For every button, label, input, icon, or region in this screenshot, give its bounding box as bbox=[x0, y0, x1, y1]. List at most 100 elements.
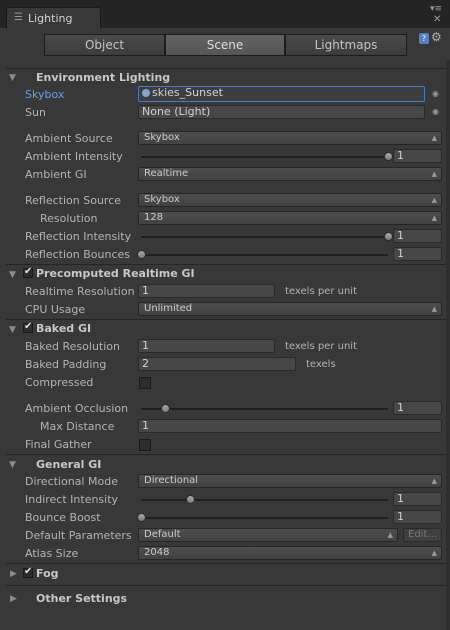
reflection-bounces-slider-track[interactable] bbox=[141, 254, 388, 256]
section-title-fog: Fog bbox=[36, 567, 59, 580]
compressed-checkbox[interactable] bbox=[139, 377, 151, 389]
ambient-occlusion-slider-handle[interactable] bbox=[161, 404, 171, 413]
close-icon[interactable]: ✕ bbox=[433, 14, 441, 25]
skybox-field[interactable]: skies_Sunset bbox=[138, 86, 425, 102]
tab-object[interactable]: Object bbox=[44, 34, 165, 56]
dropdown-arrow-icon: ▲ bbox=[431, 214, 437, 222]
section-title-general-gi: General GI bbox=[36, 458, 102, 471]
ambient-source-value: Skybox bbox=[144, 132, 180, 143]
skybox-value: skies_Sunset bbox=[152, 86, 223, 99]
atlas-size-value: 2048 bbox=[144, 547, 170, 558]
help-icon[interactable]: ? bbox=[419, 33, 429, 44]
tab-object-label: Object bbox=[84, 38, 125, 52]
realtime-resolution-unit: texels per unit bbox=[285, 286, 357, 297]
directional-mode-dropdown[interactable]: Directional ▲ bbox=[138, 474, 442, 488]
dropdown-arrow-icon: ▲ bbox=[431, 170, 437, 178]
reflection-intensity-input[interactable]: 1 bbox=[393, 229, 442, 243]
lighting-menu-icon: ☰ bbox=[14, 12, 23, 23]
lighting-window-tab[interactable]: ☰ Lighting bbox=[6, 7, 101, 29]
section-divider bbox=[6, 563, 446, 564]
ambient-gi-dropdown[interactable]: Realtime ▲ bbox=[138, 167, 442, 181]
ambient-intensity-slider-handle[interactable] bbox=[383, 152, 393, 161]
sun-field[interactable]: None (Light) bbox=[138, 105, 425, 119]
ambient-gi-label: Ambient GI bbox=[25, 168, 87, 181]
object-picker-icon[interactable]: ◉ bbox=[432, 89, 439, 98]
foldout-expanded-icon[interactable]: ▼ bbox=[9, 73, 16, 83]
tab-scene[interactable]: Scene bbox=[165, 34, 285, 56]
directional-mode-label: Directional Mode bbox=[25, 475, 118, 488]
bounce-boost-slider-track[interactable] bbox=[141, 517, 388, 519]
indirect-intensity-slider-track[interactable] bbox=[141, 499, 388, 501]
foldout-collapsed-icon[interactable]: ▶ bbox=[10, 594, 17, 604]
dropdown-arrow-icon: ▲ bbox=[431, 196, 437, 204]
compressed-label: Compressed bbox=[25, 376, 94, 389]
max-distance-input[interactable]: 1 bbox=[138, 419, 442, 433]
atlas-size-dropdown[interactable]: 2048 ▲ bbox=[138, 546, 442, 560]
tab-lightmaps[interactable]: Lightmaps bbox=[285, 34, 407, 56]
resolution-dropdown[interactable]: 128 ▲ bbox=[138, 211, 442, 225]
dropdown-arrow-icon: ▲ bbox=[431, 477, 437, 485]
bounce-boost-slider-handle[interactable] bbox=[136, 513, 146, 522]
sun-label: Sun bbox=[25, 106, 46, 119]
max-distance-label: Max Distance bbox=[40, 420, 115, 433]
edit-button-label: Edit... bbox=[408, 529, 437, 540]
cpu-usage-value: Unlimited bbox=[144, 303, 193, 314]
directional-mode-value: Directional bbox=[144, 475, 199, 486]
window-tab-label: Lighting bbox=[28, 12, 73, 25]
ambient-intensity-slider-track[interactable] bbox=[141, 156, 388, 158]
baked-padding-input[interactable]: 2 bbox=[138, 357, 296, 371]
baked-resolution-input[interactable]: 1 bbox=[138, 339, 275, 353]
default-parameters-label: Default Parameters bbox=[25, 529, 132, 542]
precomputed-gi-checkbox[interactable] bbox=[23, 266, 33, 278]
reflection-intensity-label: Reflection Intensity bbox=[25, 230, 132, 243]
resolution-label: Resolution bbox=[40, 212, 98, 225]
atlas-size-label: Atlas Size bbox=[25, 547, 79, 560]
foldout-expanded-icon[interactable]: ▼ bbox=[9, 270, 16, 280]
window-menu-icon[interactable]: ▾≡ bbox=[430, 4, 442, 14]
reflection-bounces-input[interactable]: 1 bbox=[393, 247, 442, 261]
final-gather-checkbox[interactable] bbox=[139, 439, 151, 451]
indirect-intensity-slider-handle[interactable] bbox=[185, 495, 195, 504]
reflection-source-value: Skybox bbox=[144, 194, 180, 205]
cpu-usage-label: CPU Usage bbox=[25, 303, 86, 316]
ambient-intensity-input[interactable]: 1 bbox=[393, 149, 442, 163]
foldout-expanded-icon[interactable]: ▼ bbox=[9, 325, 16, 335]
baked-resolution-label: Baked Resolution bbox=[25, 340, 120, 353]
ambient-occlusion-value: 1 bbox=[397, 401, 404, 414]
reflection-source-dropdown[interactable]: Skybox ▲ bbox=[138, 193, 442, 207]
dropdown-arrow-icon: ▲ bbox=[431, 305, 437, 313]
baked-padding-label: Baked Padding bbox=[25, 358, 107, 371]
indirect-intensity-value: 1 bbox=[397, 492, 404, 505]
scrollbar[interactable] bbox=[446, 60, 450, 630]
fog-checkbox[interactable] bbox=[23, 566, 33, 578]
ambient-source-dropdown[interactable]: Skybox ▲ bbox=[138, 131, 442, 145]
final-gather-label: Final Gather bbox=[25, 438, 92, 451]
realtime-resolution-value: 1 bbox=[142, 284, 149, 297]
ambient-gi-value: Realtime bbox=[144, 168, 189, 179]
dropdown-arrow-icon: ▲ bbox=[387, 531, 393, 539]
baked-padding-unit: texels bbox=[306, 359, 336, 370]
realtime-resolution-input[interactable]: 1 bbox=[138, 284, 275, 298]
reflection-bounces-slider-handle[interactable] bbox=[136, 250, 146, 259]
object-picker-icon[interactable]: ◉ bbox=[432, 107, 439, 116]
baked-resolution-unit: texels per unit bbox=[285, 341, 357, 352]
ambient-occlusion-slider-track[interactable] bbox=[141, 408, 388, 410]
section-title-environment-lighting: Environment Lighting bbox=[36, 71, 171, 84]
baked-gi-checkbox[interactable] bbox=[23, 321, 33, 333]
edit-parameters-button[interactable]: Edit... bbox=[403, 528, 442, 542]
tab-scene-label: Scene bbox=[206, 38, 244, 52]
reflection-intensity-slider-handle[interactable] bbox=[383, 232, 393, 241]
bounce-boost-input[interactable]: 1 bbox=[393, 510, 442, 524]
reflection-intensity-slider-track[interactable] bbox=[141, 236, 388, 238]
indirect-intensity-input[interactable]: 1 bbox=[393, 492, 442, 506]
reflection-intensity-value: 1 bbox=[397, 229, 404, 242]
foldout-collapsed-icon[interactable]: ▶ bbox=[10, 569, 17, 579]
ambient-occlusion-input[interactable]: 1 bbox=[393, 401, 442, 415]
section-title-baked-gi: Baked GI bbox=[36, 322, 92, 335]
gear-icon[interactable]: ⚙ bbox=[431, 30, 442, 44]
ambient-intensity-label: Ambient Intensity bbox=[25, 150, 123, 163]
foldout-expanded-icon[interactable]: ▼ bbox=[9, 460, 16, 470]
section-title-other-settings: Other Settings bbox=[36, 592, 128, 605]
cpu-usage-dropdown[interactable]: Unlimited ▲ bbox=[138, 302, 442, 316]
default-parameters-dropdown[interactable]: Default ▲ bbox=[138, 528, 398, 542]
